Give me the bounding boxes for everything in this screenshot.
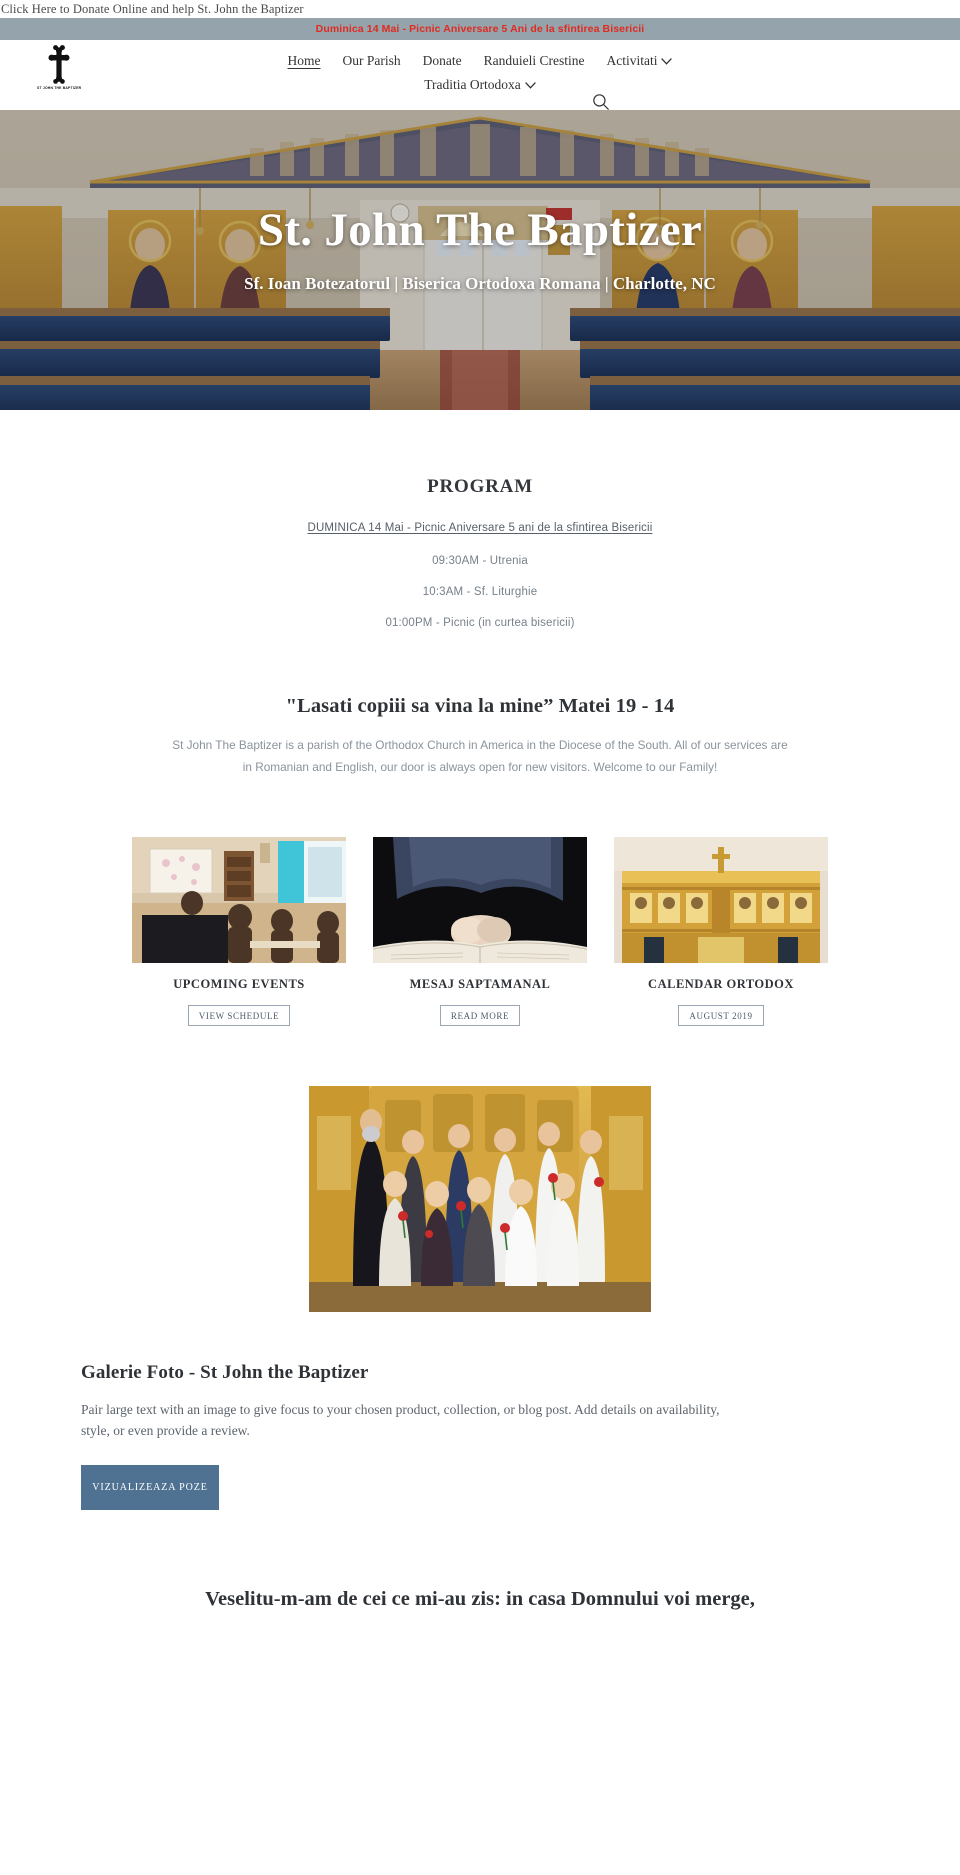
main-navigation: Home Our Parish Donate Randuieli Crestin… bbox=[0, 54, 960, 91]
feature-cards: UPCOMING EVENTS VIEW SCHEDULE MESAJ SAPT bbox=[0, 836, 960, 1026]
nav-item-randuieli-crestine[interactable]: Randuieli Crestine bbox=[484, 54, 585, 68]
gallery-heading: Galerie Foto - St John the Baptizer bbox=[81, 1361, 369, 1383]
card-title: CALENDAR ORTODOX bbox=[648, 976, 794, 991]
nav-item-home[interactable]: Home bbox=[288, 54, 321, 68]
august-2019-button[interactable]: AUGUST 2019 bbox=[678, 1004, 764, 1026]
card-title: UPCOMING EVENTS bbox=[173, 976, 305, 991]
nav-item-activitati[interactable]: Activitati bbox=[606, 53, 673, 68]
hero-subtitle: Sf. Ioan Botezatorul | Biserica Ortodoxa… bbox=[244, 274, 716, 294]
classroom-students-photo[interactable] bbox=[132, 836, 346, 963]
vizualizeaza-poze-button[interactable]: VIZUALIZEAZA POZE bbox=[81, 1465, 219, 1511]
nav-item-traditia-ortodoxa[interactable]: Traditia Ortodoxa bbox=[424, 76, 536, 92]
chevron-down-icon bbox=[661, 58, 673, 65]
nav-item-our-parish-label: Our Parish bbox=[342, 53, 401, 68]
site-header: ST JOHN THE BAPTIZER Home Our Parish Don… bbox=[0, 40, 960, 111]
hero-text-block: St. John The Baptizer Sf. Ioan Botezator… bbox=[0, 204, 960, 297]
church-iconostasis-photo[interactable] bbox=[614, 836, 828, 963]
card-upcoming-events: UPCOMING EVENTS VIEW SCHEDULE bbox=[132, 836, 346, 1026]
gallery-text-block: Galerie Foto - St John the Baptizer Pair… bbox=[0, 1362, 960, 1511]
nav-item-home-label: Home bbox=[287, 53, 321, 68]
donate-bar: Click Here to Donate Online and help St.… bbox=[0, 0, 960, 18]
announcement-text: Duminica 14 Mai - Picnic Aniversare 5 An… bbox=[315, 23, 645, 35]
view-schedule-button[interactable]: VIEW SCHEDULE bbox=[187, 1004, 291, 1026]
gallery-description: Pair large text with an image to give fo… bbox=[81, 1401, 720, 1438]
read-more-button[interactable]: READ MORE bbox=[439, 1004, 521, 1026]
nav-row-secondary: Traditia Ortodoxa bbox=[0, 76, 960, 92]
praying-hands-bible-photo[interactable] bbox=[373, 836, 587, 963]
program-line-utrenia: 09:30AM - Utrenia bbox=[432, 555, 528, 567]
chevron-down-icon bbox=[524, 81, 536, 89]
card-calendar-ortodox: CALENDAR ORTODOX AUGUST 2019 bbox=[614, 836, 828, 1026]
hero-banner: St. John The Baptizer Sf. Ioan Botezator… bbox=[0, 110, 960, 410]
program-section: PROGRAM DUMINICA 14 Mai - Picnic Anivers… bbox=[0, 410, 960, 629]
nav-item-our-parish[interactable]: Our Parish bbox=[343, 54, 401, 68]
nav-item-donate-label: Donate bbox=[422, 53, 462, 68]
bottom-verse-heading: Veselitu-m-am de cei ce mi-au zis: in ca… bbox=[205, 1588, 755, 1611]
children-with-roses-in-church-photo[interactable] bbox=[309, 1085, 651, 1312]
verse-heading: "Lasati copiii sa vina la mine” Matei 19… bbox=[285, 695, 675, 717]
donate-link[interactable]: Click Here to Donate Online and help St.… bbox=[1, 2, 304, 17]
verse-section: "Lasati copiii sa vina la mine” Matei 19… bbox=[0, 695, 960, 779]
nav-item-traditia-ortodoxa-label: Traditia Ortodoxa bbox=[424, 76, 521, 92]
nav-item-activitati-label: Activitati bbox=[606, 53, 658, 68]
verse-body-text: St John The Baptizer is a parish of the … bbox=[172, 738, 788, 774]
nav-item-donate[interactable]: Donate bbox=[423, 54, 462, 68]
nav-row-primary: Home Our Parish Donate Randuieli Crestin… bbox=[0, 54, 960, 68]
page-title: St. John The Baptizer bbox=[257, 204, 703, 256]
announcement-bar[interactable]: Duminica 14 Mai - Picnic Aniversare 5 An… bbox=[0, 18, 960, 40]
nav-item-randuieli-crestine-label: Randuieli Crestine bbox=[483, 53, 585, 68]
program-featured-link[interactable]: DUMINICA 14 Mai - Picnic Aniversare 5 an… bbox=[308, 522, 653, 534]
card-title: MESAJ SAPTAMANAL bbox=[409, 976, 551, 991]
program-heading: PROGRAM bbox=[427, 476, 533, 497]
card-mesaj-saptamanal: MESAJ SAPTAMANAL READ MORE bbox=[373, 836, 587, 1026]
gallery-photo-wrapper bbox=[0, 1085, 960, 1312]
program-line-liturghie: 10:3AM - Sf. Liturghie bbox=[422, 586, 538, 598]
program-line-picnic: 01:00PM - Picnic (in curtea bisericii) bbox=[385, 617, 575, 629]
